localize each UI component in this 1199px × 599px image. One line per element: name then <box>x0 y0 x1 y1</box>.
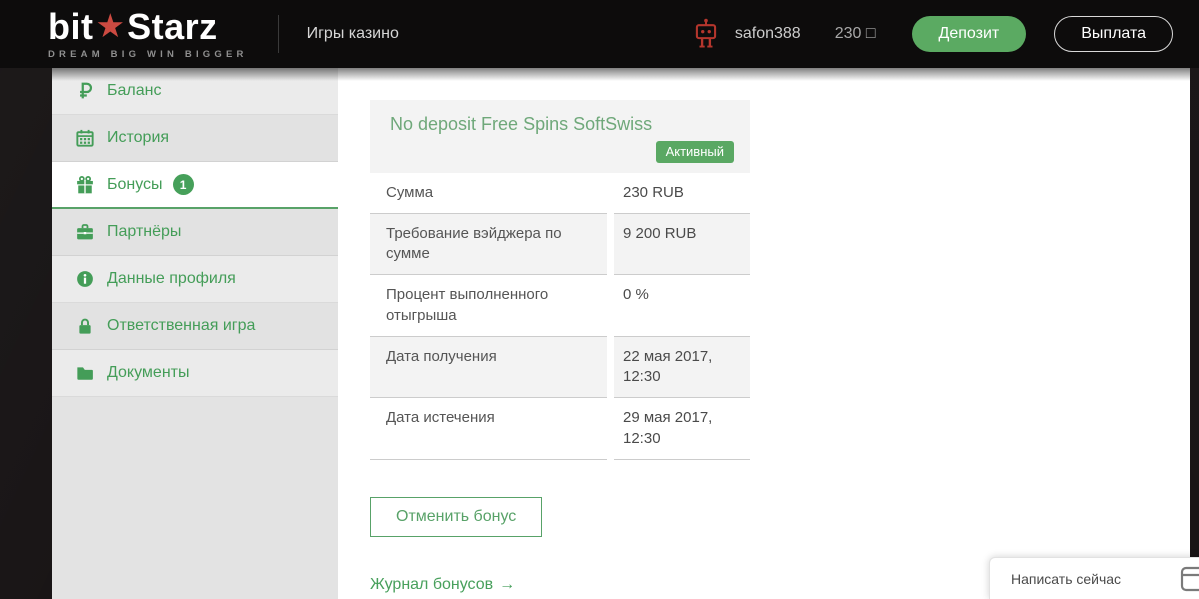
star-icon: ★ <box>95 7 126 44</box>
row-value: 230 RUB <box>614 173 750 214</box>
sidebar-item-partners[interactable]: Партнёры <box>52 209 338 256</box>
page-body: Баланс История Бонусы 1 Партнёры Данные … <box>52 68 1190 599</box>
table-row: Требование вэйджера по сумме 9 200 RUB <box>370 213 750 276</box>
account-sidebar: Баланс История Бонусы 1 Партнёры Данные … <box>52 68 338 599</box>
sidebar-item-responsible-gaming[interactable]: Ответственная игра <box>52 303 338 350</box>
info-icon <box>76 270 94 288</box>
sidebar-item-profile-data[interactable]: Данные профиля <box>52 256 338 303</box>
chat-window-icon[interactable] <box>1180 566 1199 592</box>
sidebar-item-label: Данные профиля <box>107 270 236 287</box>
bonus-title: No deposit Free Spins SoftSwiss <box>390 114 653 134</box>
sidebar-item-label: Документы <box>107 364 190 381</box>
nav-casino-games[interactable]: Игры казино <box>307 25 399 43</box>
status-badge: Активный <box>655 140 734 163</box>
arrow-right-icon: → <box>499 575 516 593</box>
row-value: 29 мая 2017, 12:30 <box>614 398 750 460</box>
calendar-icon <box>76 129 94 147</box>
sidebar-item-label: Бонусы <box>107 175 163 193</box>
deposit-button[interactable]: Депозит <box>911 16 1027 52</box>
table-row: Дата истечения 29 мая 2017, 12:30 <box>370 398 750 460</box>
live-chat-widget[interactable]: Написать сейчас <box>989 557 1199 599</box>
row-label: Требование вэйджера по сумме <box>370 213 607 276</box>
table-row: Сумма 230 RUB <box>370 173 750 214</box>
top-header: bit ★ Starz DREAM BIG WIN BIGGER Игры ка… <box>0 0 1199 68</box>
username[interactable]: safon388 <box>735 25 801 43</box>
row-value: 22 мая 2017, 12:30 <box>614 336 750 399</box>
row-label: Дата истечения <box>370 398 607 460</box>
ruble-icon <box>76 82 94 100</box>
sidebar-item-label: История <box>107 129 170 146</box>
chat-label: Написать сейчас <box>1011 570 1122 587</box>
sidebar-item-label: Ответственная игра <box>107 317 256 334</box>
bonus-card: No deposit Free Spins SoftSwiss Активный… <box>370 100 750 594</box>
sidebar-item-balance[interactable]: Баланс <box>52 68 338 115</box>
row-label: Дата получения <box>370 336 607 399</box>
header-divider <box>277 15 279 53</box>
bonus-journal-label: Журнал бонусов <box>370 575 494 593</box>
table-row: Процент выполненного отыгрыша 0 % <box>370 275 750 337</box>
sidebar-item-bonuses[interactable]: Бонусы 1 <box>52 162 338 209</box>
lock-icon <box>76 317 94 335</box>
bonus-detail-panel: No deposit Free Spins SoftSwiss Активный… <box>338 68 1190 599</box>
row-label: Процент выполненного отыгрыша <box>370 275 607 337</box>
row-value: 9 200 RUB <box>614 213 750 276</box>
payout-button[interactable]: Выплата <box>1054 16 1173 52</box>
logo-tagline: DREAM BIG WIN BIGGER <box>48 48 248 60</box>
sidebar-item-history[interactable]: История <box>52 115 338 162</box>
balance-amount: 230 □ <box>834 25 876 42</box>
cancel-bonus-button[interactable]: Отменить бонус <box>370 496 543 537</box>
gift-icon <box>76 175 94 194</box>
row-label: Сумма <box>370 173 607 214</box>
logo-text-starz: Starz <box>127 5 218 47</box>
bonus-card-header: No deposit Free Spins SoftSwiss Активный <box>370 100 750 173</box>
bonus-journal-link[interactable]: Журнал бонусов → <box>370 576 515 594</box>
logo-text-bit: bit <box>48 5 94 47</box>
sidebar-item-label: Партнёры <box>107 223 182 240</box>
bitstarz-logo[interactable]: bit ★ Starz DREAM BIG WIN BIGGER <box>48 5 248 60</box>
sidebar-item-label: Баланс <box>107 82 162 99</box>
table-row: Дата получения 22 мая 2017, 12:30 <box>370 336 750 399</box>
row-value: 0 % <box>614 275 750 337</box>
briefcase-icon <box>76 223 94 241</box>
folder-icon <box>76 364 94 382</box>
bonus-count-badge: 1 <box>172 174 194 195</box>
robot-avatar-icon[interactable] <box>693 18 719 50</box>
sidebar-item-documents[interactable]: Документы <box>52 350 338 397</box>
